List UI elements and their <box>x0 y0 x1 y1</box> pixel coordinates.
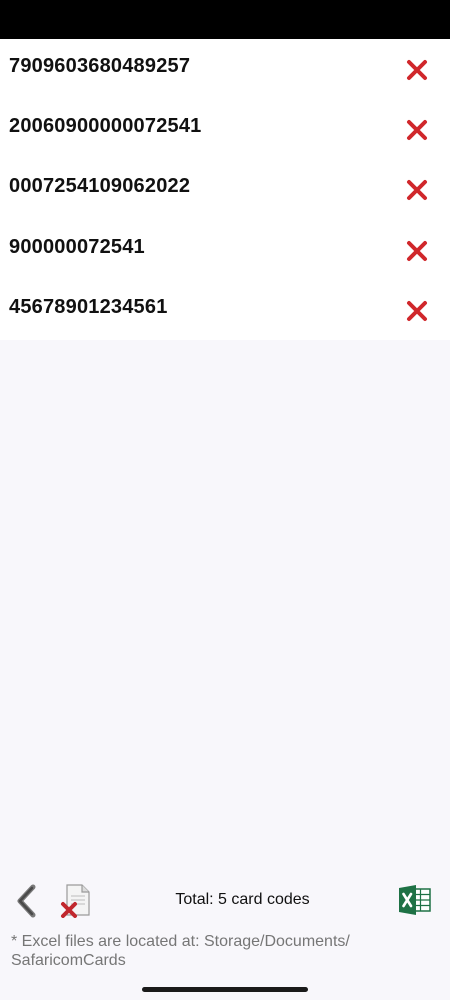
storage-location-note: * Excel files are located at: Storage/Do… <box>11 933 350 969</box>
list-item: 0007254109062022 <box>0 159 450 219</box>
export-excel-button[interactable] <box>398 885 432 915</box>
chevron-left-icon <box>17 884 36 918</box>
card-code-text: 7909603680489257 <box>9 55 191 77</box>
list-item: 7909603680489257 <box>0 39 450 99</box>
document-delete-icon <box>61 884 90 918</box>
close-x-icon <box>407 120 427 141</box>
delete-code-button[interactable] <box>404 238 430 264</box>
bottom-toolbar: Total: 5 card codes <box>0 870 450 930</box>
list-item: 900000072541 <box>0 220 450 280</box>
card-code-text: 45678901234561 <box>9 295 168 318</box>
list-item: 20060900000072541 <box>0 99 450 159</box>
home-indicator[interactable] <box>142 987 308 992</box>
card-code-list: 7909603680489257 20060900000072541 00072… <box>0 39 450 340</box>
clear-codes-button[interactable] <box>58 882 94 918</box>
close-x-icon <box>407 300 427 321</box>
close-x-icon <box>407 240 427 261</box>
delete-code-button[interactable] <box>404 117 430 143</box>
list-item: 45678901234561 <box>0 280 450 340</box>
delete-code-button[interactable] <box>404 298 430 324</box>
status-bar <box>0 0 450 39</box>
card-code-text: 0007254109062022 <box>9 175 191 198</box>
delete-code-button[interactable] <box>404 177 430 203</box>
close-x-icon <box>407 180 427 201</box>
card-code-text: 20060900000072541 <box>9 115 202 138</box>
close-x-icon <box>407 60 427 80</box>
delete-code-button[interactable] <box>404 57 430 83</box>
back-button[interactable] <box>12 884 40 918</box>
excel-icon <box>399 885 431 915</box>
card-code-text: 900000072541 <box>9 235 145 258</box>
total-codes-label: Total: 5 card codes <box>175 891 310 908</box>
